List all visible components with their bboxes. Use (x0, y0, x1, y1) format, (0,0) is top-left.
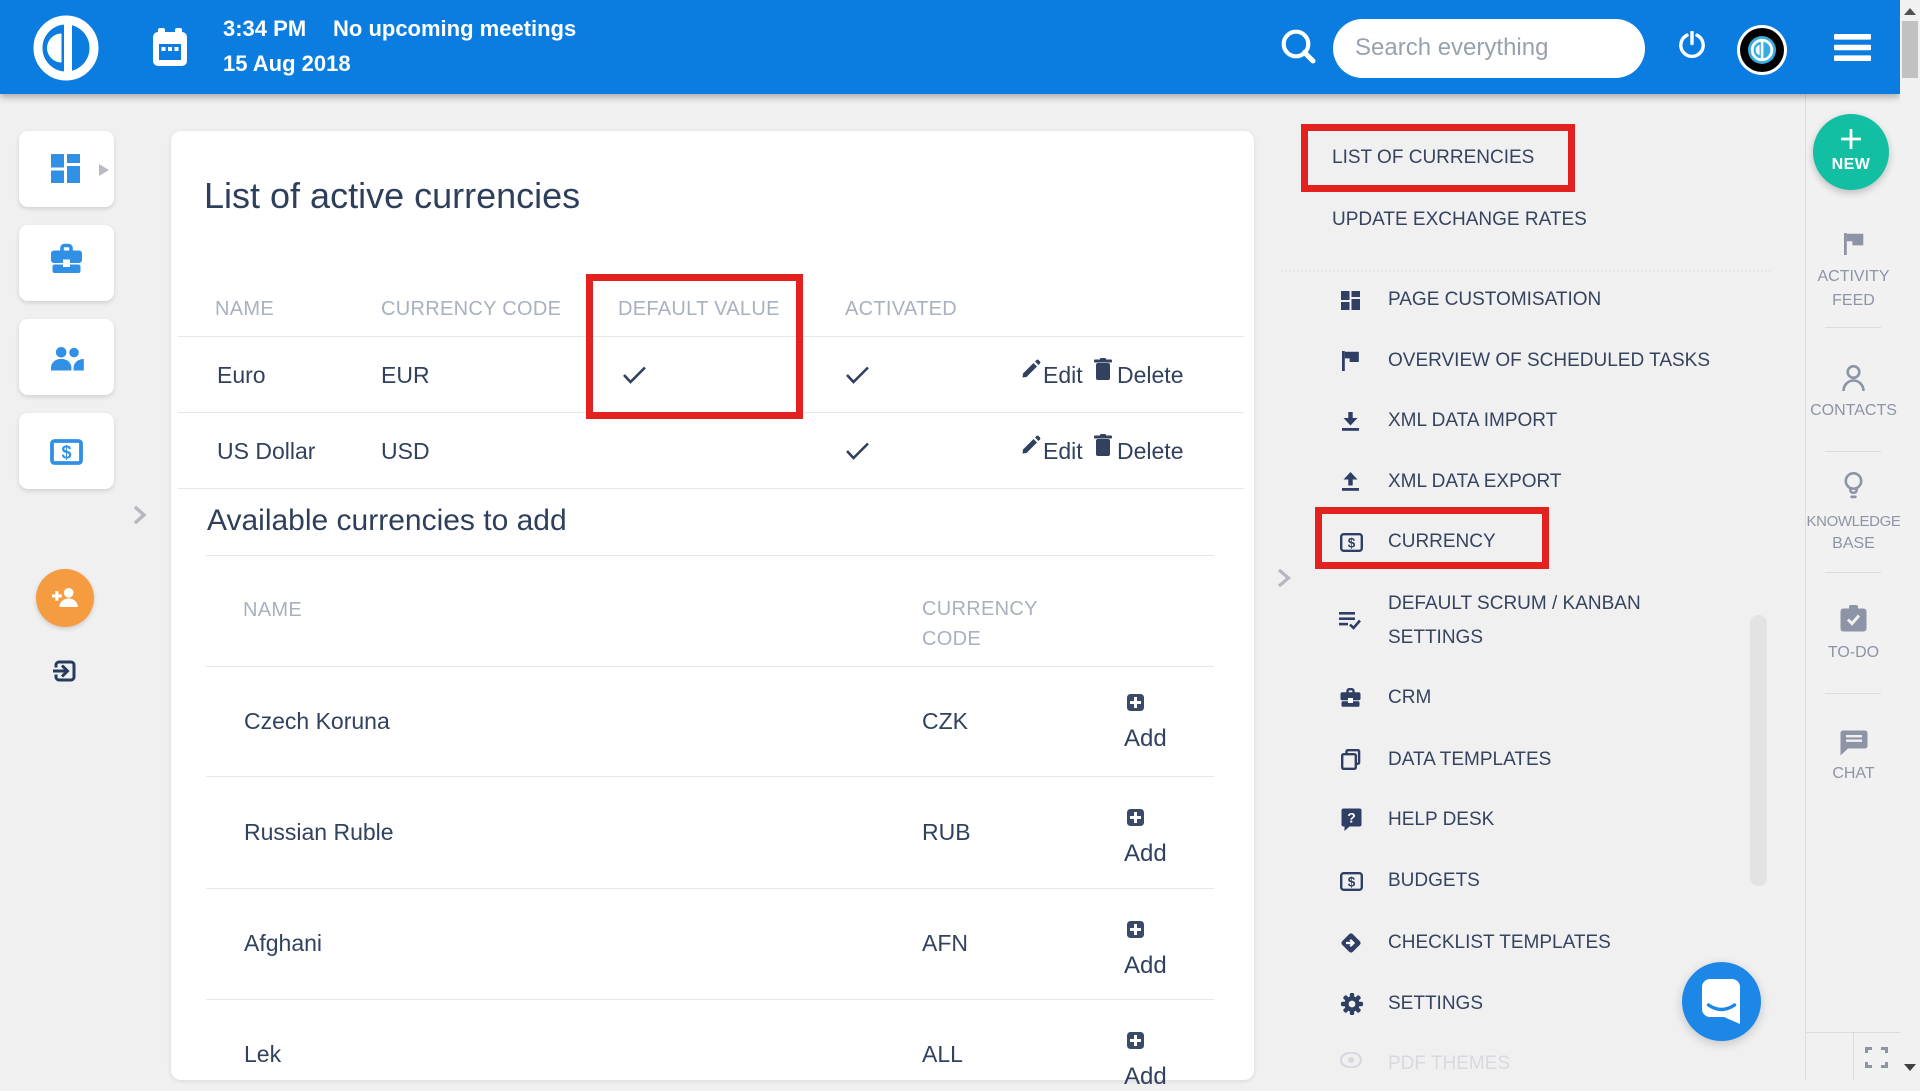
svg-text:?: ? (1347, 810, 1356, 826)
svg-text:$: $ (61, 443, 71, 463)
svg-text:$: $ (1348, 875, 1356, 890)
